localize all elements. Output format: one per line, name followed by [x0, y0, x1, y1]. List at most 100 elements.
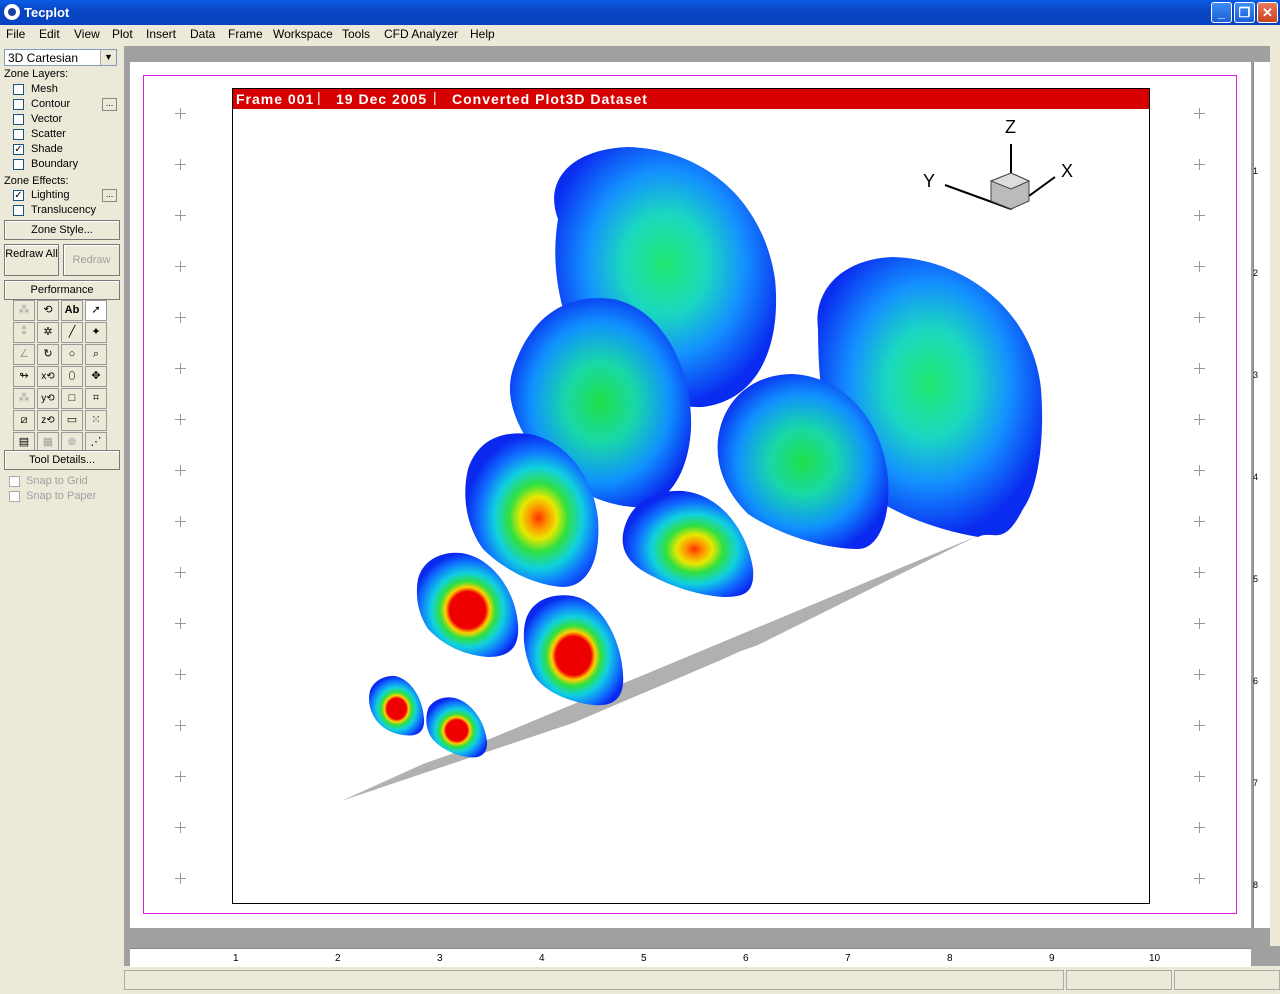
edit-tool-icon[interactable]: ⧄ [13, 410, 35, 431]
boundary-label: Boundary [31, 158, 79, 170]
grid-plus-marker [175, 414, 186, 425]
grid-plus-marker [1194, 618, 1205, 629]
rollerball-tool-icon[interactable]: ↻ [37, 344, 59, 365]
redraw-all-button[interactable]: Redraw All [4, 244, 59, 276]
contour-tool-icon[interactable]: ⁑ [13, 322, 35, 343]
snap-to-grid-label: Snap to Grid [26, 475, 88, 487]
scatter-tool-icon[interactable]: ⁙ [85, 410, 107, 431]
tool-details-button[interactable]: Tool Details... [4, 450, 120, 470]
scatter-label: Scatter [31, 128, 66, 140]
grid-plus-marker [175, 465, 186, 476]
square-tool-icon[interactable]: □ [61, 388, 83, 409]
rectangle-tool-icon[interactable]: ▭ [61, 410, 83, 431]
vector-label: Vector [31, 113, 63, 125]
close-button[interactable]: ✕ [1257, 2, 1278, 23]
probe-tool-icon[interactable]: ⌗ [85, 388, 107, 409]
lighting-options-button[interactable]: ... [102, 189, 117, 202]
shade-checkbox[interactable]: ✓ [13, 144, 24, 155]
grid-plus-marker [175, 261, 186, 272]
scatter-checkbox[interactable] [13, 129, 24, 140]
snap-to-grid-checkbox[interactable] [9, 476, 20, 487]
lighting-label: Lighting [31, 189, 70, 201]
shade-label: Shade [31, 143, 63, 155]
status-message [124, 970, 1064, 990]
grid-plus-marker [175, 516, 186, 527]
lighting-checkbox[interactable]: ✓ [13, 190, 24, 201]
grid-plus-marker [175, 771, 186, 782]
y-rotate-tool-icon[interactable]: y⟲ [37, 388, 59, 409]
menu-tools[interactable]: Tools [342, 27, 370, 41]
maximize-button[interactable]: ❐ [1234, 2, 1255, 23]
menu-cfd-analyzer[interactable]: CFD Analyzer [384, 27, 458, 41]
contour-label: Contour [31, 98, 71, 110]
contour-add-tool-icon[interactable]: ⁂ [13, 300, 35, 321]
menu-data[interactable]: Data [190, 27, 215, 41]
grid-plus-marker [175, 567, 186, 578]
menu-file[interactable]: File [6, 27, 25, 41]
vortex-slice-front-right [426, 697, 488, 758]
menu-workspace[interactable]: Workspace [273, 27, 333, 41]
line-tool-icon[interactable]: ╱ [61, 322, 83, 343]
translucency-label: Translucency [31, 204, 97, 216]
grid-plus-marker [1194, 669, 1205, 680]
plot-type-value: 3D Cartesian [8, 51, 79, 65]
grid-plus-marker [175, 108, 186, 119]
status-pane-2 [1066, 970, 1172, 990]
boundary-checkbox[interactable] [13, 159, 24, 170]
frame-name: Frame 001 [236, 91, 315, 107]
status-bar [124, 968, 1280, 994]
translucency-checkbox[interactable] [13, 205, 24, 216]
x-rotate-tool-icon[interactable]: x⟲ [37, 366, 59, 387]
grid-plus-marker [1194, 822, 1205, 833]
mesh-checkbox[interactable] [13, 84, 24, 95]
grid-plus-marker [1194, 567, 1205, 578]
performance-button[interactable]: Performance [4, 280, 120, 300]
grid-plus-marker [1194, 771, 1205, 782]
grid-plus-marker [1194, 261, 1205, 272]
zone-layers-label: Zone Layers: [4, 68, 69, 80]
menu-frame[interactable]: Frame [228, 27, 263, 41]
vortex-slice-row3-right [622, 490, 754, 597]
vector-checkbox[interactable] [13, 114, 24, 125]
translate-icon[interactable]: ✥ [85, 366, 107, 387]
adjust-tool-icon[interactable]: ✦ [85, 322, 107, 343]
axis-z-label: Z [1005, 117, 1016, 137]
menu-help[interactable]: Help [470, 27, 495, 41]
grid-plus-marker [1194, 363, 1205, 374]
slice-tool-icon[interactable]: ⁂ [13, 388, 35, 409]
select-arrow-icon[interactable]: ➚ [85, 300, 107, 321]
circle-tool-icon[interactable]: ○ [61, 344, 83, 365]
text-tool-icon[interactable]: Ab [61, 300, 83, 321]
spin-tool-icon[interactable]: ✲ [37, 322, 59, 343]
plot-type-select[interactable]: 3D Cartesian ▼ [4, 49, 117, 66]
chevron-down-icon[interactable]: ▼ [100, 50, 116, 65]
3d-plot-canvas[interactable]: Z Y X [233, 109, 1149, 903]
menu-edit[interactable]: Edit [39, 27, 60, 41]
zone-style-button[interactable]: Zone Style... [4, 220, 120, 240]
zoom-icon[interactable]: ⌕ [85, 344, 107, 365]
minimize-button[interactable]: _ [1211, 2, 1232, 23]
menu-view[interactable]: View [74, 27, 100, 41]
contour-checkbox[interactable] [13, 99, 24, 110]
vortex-slice-front-left [369, 675, 425, 736]
z-rotate-tool-icon[interactable]: z⟲ [37, 410, 59, 431]
rotate-tool-icon[interactable]: ⟲ [37, 300, 59, 321]
menu-plot[interactable]: Plot [112, 27, 133, 41]
redraw-button[interactable]: Redraw [63, 244, 120, 276]
sidebar: 3D Cartesian ▼ Zone Layers: Mesh Contour… [0, 46, 124, 994]
grid-plus-marker [1194, 873, 1205, 884]
mesh-label: Mesh [31, 83, 58, 95]
axis-x-label: X [1061, 161, 1073, 181]
streamtrace-tool-icon[interactable]: ∠ [13, 344, 35, 365]
twist-tool-icon[interactable]: ↬ [13, 366, 35, 387]
grid-plus-marker [175, 618, 186, 629]
grid-plus-marker [175, 873, 186, 884]
frame-header[interactable]: Frame 001 | 19 Dec 2005 | Converted Plot… [233, 89, 1149, 109]
snap-to-paper-label: Snap to Paper [26, 490, 97, 502]
contour-options-button[interactable]: ... [102, 98, 117, 111]
menu-insert[interactable]: Insert [146, 27, 176, 41]
ellipse-tool-icon[interactable]: ⬯ [61, 366, 83, 387]
grid-plus-marker [175, 363, 186, 374]
vortex-slice-row4-left [416, 552, 519, 657]
snap-to-paper-checkbox[interactable] [9, 491, 20, 502]
